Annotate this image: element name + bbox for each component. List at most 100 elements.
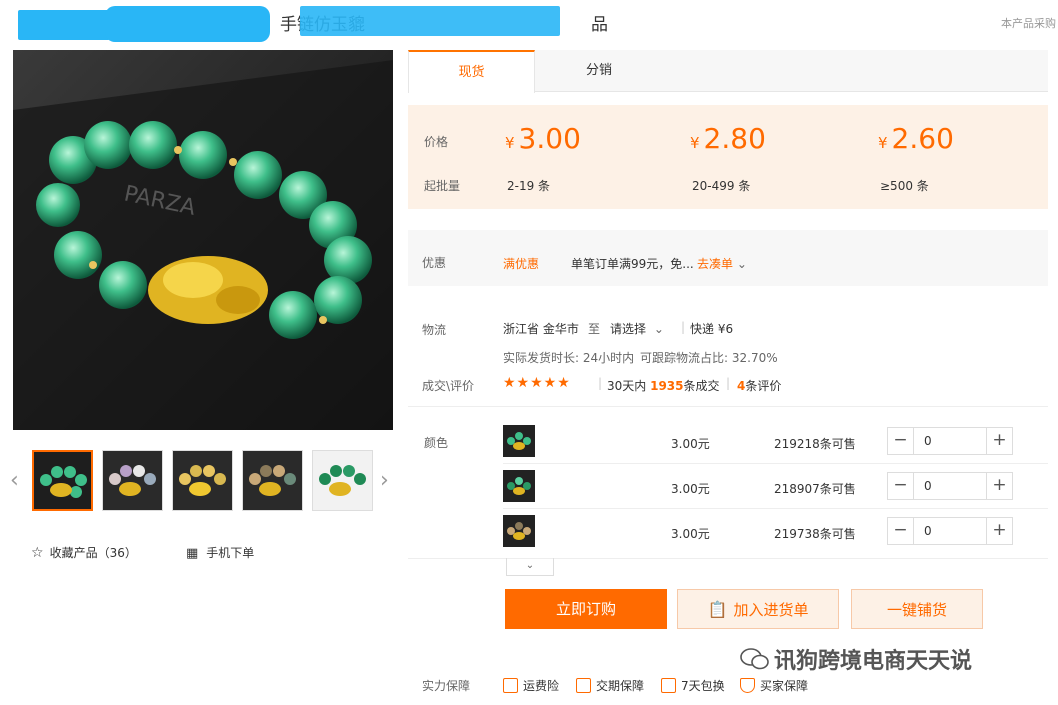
minus-button[interactable]: − (888, 518, 914, 544)
variant-price: 3.00元 (671, 527, 710, 541)
quantity-stepper: − 0 + (887, 517, 1013, 545)
price-value: 2.80 (703, 122, 766, 155)
guarantee-buyer[interactable]: 买家保障 (740, 677, 808, 694)
tier-range-3: ≥500 条 (880, 179, 929, 193)
plus-button[interactable]: + (986, 428, 1012, 454)
thumb-prev-icon[interactable]: ‹ (10, 468, 19, 493)
price-panel: 价格 起批量 ¥3.00 2-19 条 ¥2.80 20-499 条 ¥2.60… (408, 105, 1048, 209)
rating-stars: ★★★★★ (503, 375, 571, 391)
thumb-next-icon[interactable]: › (380, 468, 389, 493)
bracelet-image: PARZA (13, 50, 393, 430)
promotion-row: 优惠 满优惠 单笔订单满99元，免... 去凑单 ⌄ (408, 230, 1048, 286)
color-label: 颜色 (424, 436, 449, 450)
watermark-text: 讯狗跨境电商天天说 (774, 649, 973, 674)
quantity-stepper: − 0 + (887, 427, 1013, 455)
thumbnail-2[interactable] (102, 450, 163, 511)
thumbnail-4[interactable] (242, 450, 303, 511)
variant-image (503, 470, 535, 502)
favorite-button[interactable]: ☆ 收藏产品（36） (31, 544, 137, 561)
variant-price: 3.00元 (671, 437, 710, 451)
quantity-stepper: − 0 + (887, 472, 1013, 500)
redaction-block (300, 6, 560, 36)
price-value: 2.60 (891, 122, 954, 155)
seven-day-exchange-icon (661, 678, 676, 693)
divider (408, 558, 1048, 559)
guarantee-delivery[interactable]: 交期保障 (576, 677, 644, 694)
order-now-button[interactable]: 立即订购 (505, 589, 667, 629)
guarantee-freight[interactable]: 运费险 (503, 677, 559, 694)
currency-symbol: ¥ (505, 134, 515, 152)
guarantee-exchange[interactable]: 7天包换 (661, 677, 725, 694)
currency-symbol: ¥ (690, 134, 700, 152)
divider: | (681, 320, 686, 334)
reviews-label: 成交\评价 (422, 379, 475, 393)
tab-distribution[interactable]: 分销 (535, 50, 663, 92)
variant-price: 3.00元 (671, 482, 710, 496)
promo-link-label: 去凑单 (697, 257, 734, 271)
plus-button[interactable]: + (986, 518, 1012, 544)
guarantee-buyer-label: 买家保障 (760, 679, 809, 693)
shield-icon (740, 678, 755, 693)
destination-select[interactable]: 请选择 ⌄ (610, 320, 664, 337)
tab-spot[interactable]: 现货 (408, 50, 535, 93)
favorite-label: 收藏产品（36） (49, 546, 137, 560)
product-title-suffix: 品 (591, 15, 608, 35)
sales-summary: 30天内 1935条成交 (607, 377, 720, 394)
thumbnail-image (313, 451, 372, 510)
thumbnail-strip: ‹ › (10, 450, 394, 512)
promo-link[interactable]: 去凑单 ⌄ (697, 255, 747, 272)
variant-stock: 219218条可售 (774, 437, 856, 451)
variant-thumbnail-1[interactable] (503, 425, 535, 457)
divider (408, 406, 1048, 407)
quantity-input[interactable]: 0 (924, 479, 932, 493)
guarantee-freight-label: 运费险 (523, 679, 560, 693)
variant-image (503, 515, 535, 547)
star-outline-icon: ☆ (31, 545, 44, 561)
logistics-origin: 浙江省 金华市 (503, 322, 579, 336)
watermark: 讯狗跨境电商天天说 (740, 643, 972, 675)
review-summary[interactable]: 4条评价 (737, 377, 781, 394)
thumbnail-1[interactable] (32, 450, 93, 511)
quantity-input[interactable]: 0 (924, 434, 932, 448)
price-tier-3: ¥2.60 (878, 122, 954, 155)
chevron-down-icon: ⌄ (653, 322, 664, 336)
expand-variants-button[interactable]: ⌄ (506, 558, 554, 576)
thumbnail-5[interactable] (312, 450, 373, 511)
price-label: 价格 (424, 135, 449, 149)
divider: | (726, 376, 731, 390)
currency-symbol: ¥ (878, 134, 888, 152)
ship-time: 实际发货时长: 24小时内 (503, 351, 635, 365)
price-value: 3.00 (518, 122, 581, 155)
guarantee-exchange-label: 7天包换 (681, 679, 725, 693)
sales-suffix: 条成交 (683, 379, 720, 393)
variant-stock: 218907条可售 (774, 482, 856, 496)
logistics-label: 物流 (422, 323, 447, 337)
tier-range-2: 20-499 条 (692, 179, 751, 193)
price-tier-2: ¥2.80 (690, 122, 766, 155)
logistics-to: 至 (588, 322, 601, 336)
redaction-block (18, 10, 110, 40)
variant-stock: 219738条可售 (774, 527, 856, 541)
quantity-input[interactable]: 0 (924, 524, 932, 538)
variant-thumbnail-3[interactable] (503, 515, 535, 547)
promo-tag: 满优惠 (503, 257, 540, 271)
mobile-order-button[interactable]: ▦ 手机下单 (186, 544, 254, 561)
minus-button[interactable]: − (888, 428, 914, 454)
wechat-icon (740, 648, 769, 670)
divider (503, 463, 1048, 464)
add-to-cart-button[interactable]: 📋 加入进货单 (677, 589, 839, 629)
divider (503, 508, 1048, 509)
mobile-order-label: 手机下单 (206, 546, 255, 560)
thumbnail-3[interactable] (172, 450, 233, 511)
tier-range-1: 2-19 条 (507, 179, 551, 193)
destination-select-label: 请选择 (610, 322, 647, 336)
plus-button[interactable]: + (986, 473, 1012, 499)
main-product-image[interactable]: PARZA (13, 50, 393, 430)
minus-button[interactable]: − (888, 473, 914, 499)
moq-label: 起批量 (424, 179, 461, 193)
promo-text: 单笔订单满99元，免... (571, 257, 694, 271)
one-click-distribute-button[interactable]: 一键铺货 (851, 589, 983, 629)
variant-thumbnail-2[interactable] (503, 470, 535, 502)
top-right-link[interactable]: 本产品采购 (1001, 15, 1056, 31)
express-fee: 快递 ¥6 (690, 322, 734, 336)
